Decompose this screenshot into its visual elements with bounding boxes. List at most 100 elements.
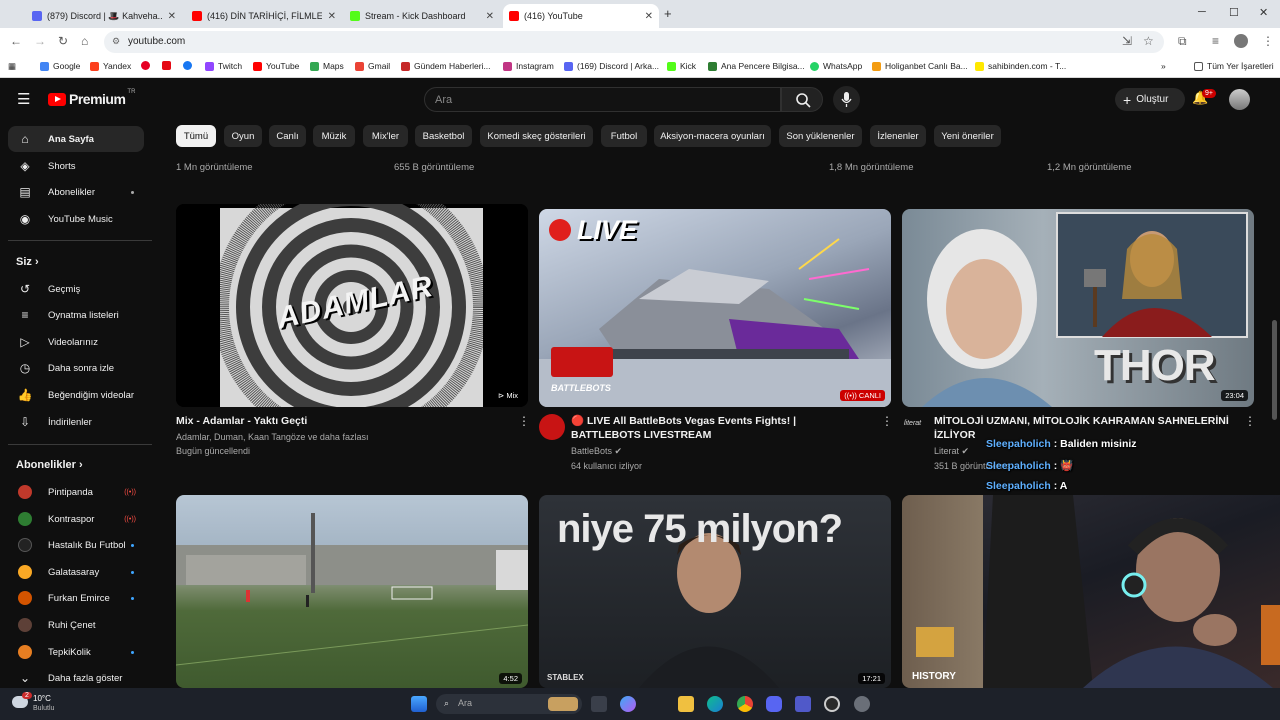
extensions-icon[interactable]: ⧉: [1178, 34, 1187, 49]
chip-game[interactable]: Oyun: [224, 125, 262, 147]
sidebar-item-downloads[interactable]: ⇩ İndirilenler: [8, 409, 144, 435]
sidebar-item-youtube-music[interactable]: ◉ YouTube Music: [8, 206, 144, 232]
scrollbar-thumb[interactable]: [1272, 320, 1277, 420]
browser-tab-youtube[interactable]: (416) YouTube ✕: [503, 4, 659, 28]
media-icon[interactable]: ≡: [1212, 34, 1219, 48]
create-button[interactable]: + Oluştur: [1115, 88, 1185, 111]
video-thumbnail[interactable]: HISTORY: [902, 495, 986, 688]
new-tab-button[interactable]: +: [664, 6, 672, 21]
bookmark-pinterest[interactable]: [141, 61, 154, 70]
chip-comedy[interactable]: Komedi skeç gösterileri: [480, 125, 593, 147]
account-avatar[interactable]: [1229, 89, 1250, 110]
back-icon[interactable]: ←: [10, 34, 22, 48]
discord-icon[interactable]: [766, 696, 782, 712]
chip-live[interactable]: Canlı: [269, 125, 306, 147]
sidebar-channel[interactable]: Kontraspor ((•)): [8, 506, 144, 532]
sidebar-channel[interactable]: Ruhi Çenet: [8, 612, 144, 638]
browser-tab-kick[interactable]: Stream - Kick Dashboard ✕: [344, 4, 500, 28]
browser-tab-discord[interactable]: (879) Discord | 🎩 Kahveha... ✕: [26, 4, 182, 28]
search-button[interactable]: [781, 87, 823, 112]
chip-football[interactable]: Futbol: [601, 125, 647, 147]
file-explorer-icon[interactable]: [678, 696, 694, 712]
video-thumbnail[interactable]: ADAMLAR ⊳ Mix: [176, 204, 528, 407]
video-title[interactable]: Mix - Adamlar - Yaktı Geçti: [176, 414, 496, 428]
video-thumbnail[interactable]: THOR 23:04: [902, 209, 1254, 407]
forward-icon[interactable]: →: [34, 34, 46, 48]
settings-gear-icon[interactable]: [854, 696, 870, 712]
bookmark-gmail[interactable]: Gmail: [355, 61, 390, 71]
reload-icon[interactable]: ↻: [58, 34, 68, 48]
bookmark-netflix[interactable]: [162, 61, 175, 70]
bookmark-whatsapp[interactable]: WhatsApp: [810, 61, 862, 71]
bookmark-twitch[interactable]: Twitch: [205, 61, 242, 71]
video-thumbnail[interactable]: niye 75 milyon? STABLEX 17:21: [539, 495, 891, 688]
menu-icon[interactable]: ⋮: [1262, 34, 1274, 48]
close-window-icon[interactable]: ✕: [1259, 6, 1268, 19]
maximize-icon[interactable]: ☐: [1229, 6, 1239, 19]
apps-icon[interactable]: ▦: [8, 61, 16, 72]
install-app-icon[interactable]: ⇲: [1122, 34, 1132, 48]
bookmark-star-icon[interactable]: ☆: [1143, 34, 1154, 48]
video-thumbnail[interactable]: LIVE BATTLEBOTS ((•)) CANLI: [539, 209, 891, 407]
bookmark-discord[interactable]: (169) Discord | Arka...: [564, 61, 659, 71]
site-info-icon[interactable]: ⚙: [112, 36, 120, 47]
chip-all[interactable]: Tümü: [176, 125, 216, 147]
sidebar-item-your-videos[interactable]: ▷ Videolarınız: [8, 329, 144, 355]
bookmark-holiganbet[interactable]: Holiganbet Canlı Ba...: [872, 61, 968, 71]
bookmark-google[interactable]: Google: [40, 61, 80, 71]
more-options-icon[interactable]: ⋮: [1244, 414, 1256, 428]
close-icon[interactable]: ✕: [328, 11, 336, 22]
chip-basketball[interactable]: Basketbol: [415, 125, 472, 147]
subscriptions-section-header[interactable]: Abonelikler ›: [16, 459, 83, 471]
sidebar-channel[interactable]: Galatasaray: [8, 559, 144, 585]
chip-watched[interactable]: İzlenenler: [870, 125, 926, 147]
sidebar-item-watch-later[interactable]: ◷ Daha sonra izle: [8, 355, 144, 381]
sidebar-item-history[interactable]: ↺ Geçmiş: [8, 276, 144, 302]
more-options-icon[interactable]: ⋮: [518, 414, 530, 428]
copilot-icon[interactable]: [620, 696, 636, 712]
more-bookmarks-icon[interactable]: »: [1161, 61, 1166, 71]
bookmark-gundem[interactable]: Gündem Haberleri...: [401, 61, 491, 71]
sidebar-channel[interactable]: Pintipanda ((•)): [8, 479, 144, 505]
bookmark-yandex[interactable]: Yandex: [90, 61, 131, 71]
close-icon[interactable]: ✕: [486, 11, 494, 22]
home-icon[interactable]: ⌂: [81, 34, 88, 48]
bookmark-maps[interactable]: Maps: [310, 61, 344, 71]
chip-new-to-you[interactable]: Yeni öneriler: [934, 125, 1001, 147]
url-field[interactable]: ⚙ youtube.com: [104, 31, 1164, 53]
channel-avatar[interactable]: literat: [904, 420, 921, 427]
you-section-header[interactable]: Siz ›: [16, 256, 39, 268]
youtube-premium-logo[interactable]: Premium TR: [48, 89, 135, 107]
chip-action-adventure[interactable]: Aksiyon-macera oyunları: [654, 125, 771, 147]
sidebar-item-liked-videos[interactable]: 👍 Beğendiğim videolar: [8, 382, 144, 408]
channel-avatar[interactable]: [539, 414, 565, 440]
chip-recently-uploaded[interactable]: Son yüklenenler: [779, 125, 862, 147]
minimize-icon[interactable]: ─: [1198, 6, 1206, 18]
bookmark-kick[interactable]: Kick: [667, 61, 696, 71]
obs-icon[interactable]: [824, 696, 840, 712]
all-bookmarks[interactable]: Tüm Yer İşaretleri: [1194, 61, 1274, 71]
profile-avatar[interactable]: [1234, 34, 1248, 48]
more-options-icon[interactable]: ⋮: [881, 414, 893, 428]
sidebar-channel[interactable]: Hastalık Bu Futbol: [8, 532, 144, 558]
teams-icon[interactable]: [795, 696, 811, 712]
video-thumbnail[interactable]: 4:52: [176, 495, 528, 688]
voice-search-button[interactable]: [833, 86, 860, 113]
task-view-icon[interactable]: [591, 696, 607, 712]
chip-mixes[interactable]: Mix'ler: [363, 125, 408, 147]
bookmark-instagram[interactable]: Instagram: [503, 61, 554, 71]
edge-icon[interactable]: [707, 696, 723, 712]
bookmark-youtube[interactable]: YouTube: [253, 61, 299, 71]
close-icon[interactable]: ✕: [168, 11, 176, 22]
search-input[interactable]: Ara: [424, 87, 781, 112]
sidebar-item-home[interactable]: ⌂ Ana Sayfa: [8, 126, 144, 152]
bookmark-sahibinden[interactable]: sahibinden.com - T...: [975, 61, 1066, 71]
bookmark-ana-pencere[interactable]: Ana Pencere Bilgisa...: [708, 61, 805, 71]
sidebar-item-shorts[interactable]: ◈ Shorts: [8, 153, 144, 179]
sidebar-channel[interactable]: Furkan Emirce: [8, 585, 144, 611]
bookmark-facebook[interactable]: [183, 61, 196, 70]
sidebar-channel[interactable]: TepkiKolik: [8, 639, 144, 665]
sidebar-item-playlists[interactable]: ≡ Oynatma listeleri: [8, 302, 144, 328]
hamburger-menu-icon[interactable]: ☰: [17, 90, 30, 108]
close-icon[interactable]: ✕: [645, 11, 653, 22]
